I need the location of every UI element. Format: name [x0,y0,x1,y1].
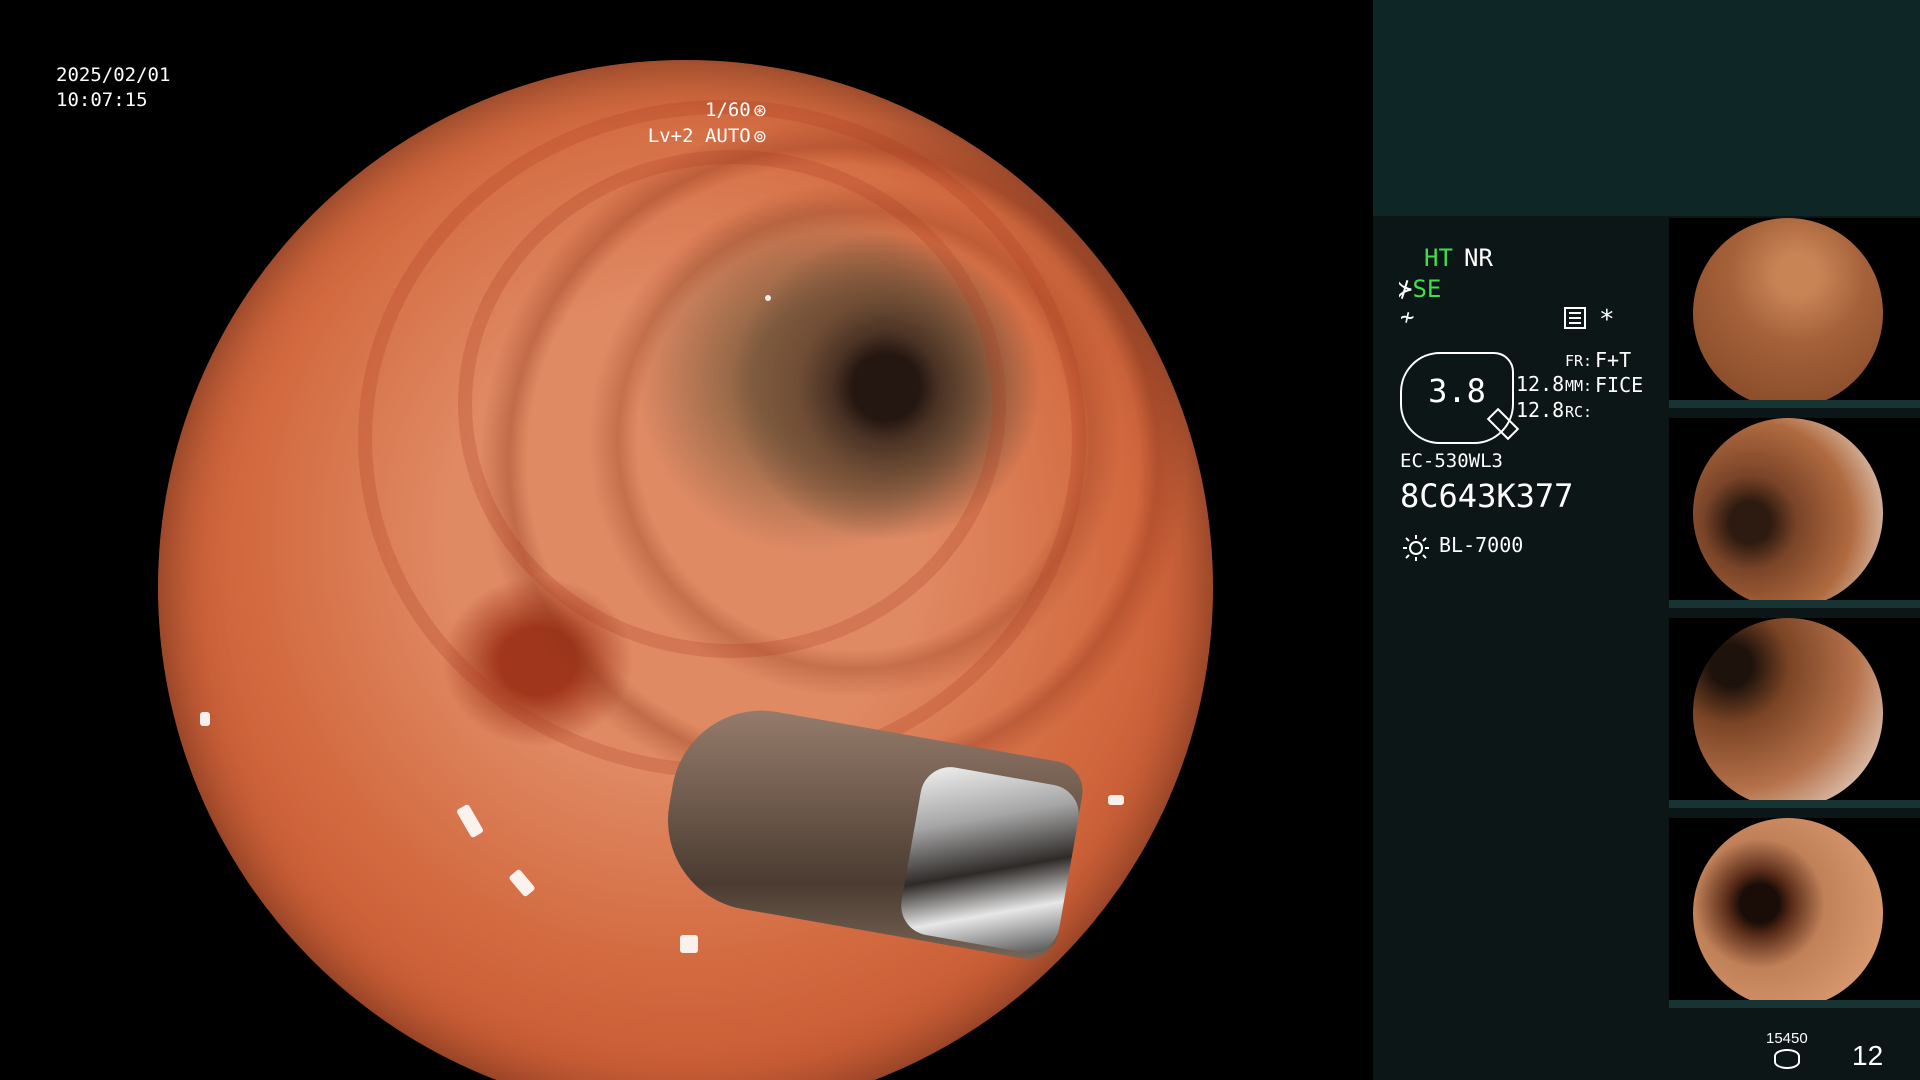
thumbnail-bar [1669,1000,1920,1008]
shutter-speed: 1/60 [704,99,751,121]
endoscope-view: 2025/02/01 10:07:15 1/60 ⊛ Lv+2 AUTO ⊚ [0,0,1373,1080]
exposure-readout: 1/60 ⊛ Lv+2 AUTO ⊚ [648,98,767,150]
thumbnail-bar [1669,800,1920,808]
setting-value-2: 12.8 [1516,398,1565,422]
image-count: 12 [1852,1040,1884,1071]
settings-icon [1564,307,1586,329]
mm-value: FICE [1595,373,1644,397]
zoom-indicator: 3.8 [1400,352,1520,444]
date-text: 2025/02/01 [56,64,171,86]
light-reflection [765,295,771,301]
thumbnail-image [1693,818,1883,1008]
iris-icon: ⊚ [752,127,767,147]
not-equal-icon: ≁ [1400,303,1415,331]
se-label: SE [1412,275,1442,303]
captured-thumbnail[interactable] [1669,418,1920,608]
fr-label: FR: [1565,352,1593,370]
rc-label: RC: [1565,403,1593,421]
thumbnail-image [1693,618,1883,808]
mucosal-fold [358,100,1086,778]
panel-header-area [1373,0,1920,216]
light-reflection [200,712,210,726]
light-source-model: BL-7000 [1439,533,1524,557]
iris-mode: Lv+2 AUTO [647,125,751,147]
time-text: 10:07:15 [56,89,148,111]
info-panel: HT NR ⊁SE ≁ * 3.8 12.8 12.8 FR: MM: RC: … [1373,0,1920,1080]
mm-label: MM: [1565,377,1593,395]
ht-indicator: HT [1424,244,1453,272]
storage-count: 15450 [1766,1030,1808,1047]
captured-thumbnail[interactable] [1669,218,1920,408]
instrument-tip [896,762,1084,958]
aperture-icon: ⊛ [752,101,767,121]
captured-thumbnail[interactable] [1669,818,1920,1008]
scope-model: EC-530WL3 [1400,450,1503,472]
captured-thumbnail[interactable] [1669,618,1920,808]
thumbnail-image [1693,418,1883,608]
setting-value-1: 12.8 [1516,372,1565,396]
thumbnail-bar [1669,600,1920,608]
thumbnail-image [1693,218,1883,408]
nr-indicator: NR [1464,244,1493,272]
captured-image-list [1669,218,1920,1018]
fr-value: F+T [1595,348,1632,372]
date-time-readout: 2025/02/01 10:07:15 [56,63,170,113]
se-indicator: ⊁SE [1398,275,1441,303]
lamp-icon [1403,535,1429,561]
light-reflection [1108,795,1124,805]
thumbnail-bar [1669,400,1920,408]
scope-serial: 8C643K377 [1400,477,1574,515]
database-icon [1774,1049,1800,1069]
magnifier-icon [1486,407,1520,441]
asterisk-indicator: * [1599,305,1615,335]
zoom-value: 3.8 [1428,372,1486,410]
structure-icon: ⊁ [1398,275,1413,303]
light-reflection [680,935,698,953]
